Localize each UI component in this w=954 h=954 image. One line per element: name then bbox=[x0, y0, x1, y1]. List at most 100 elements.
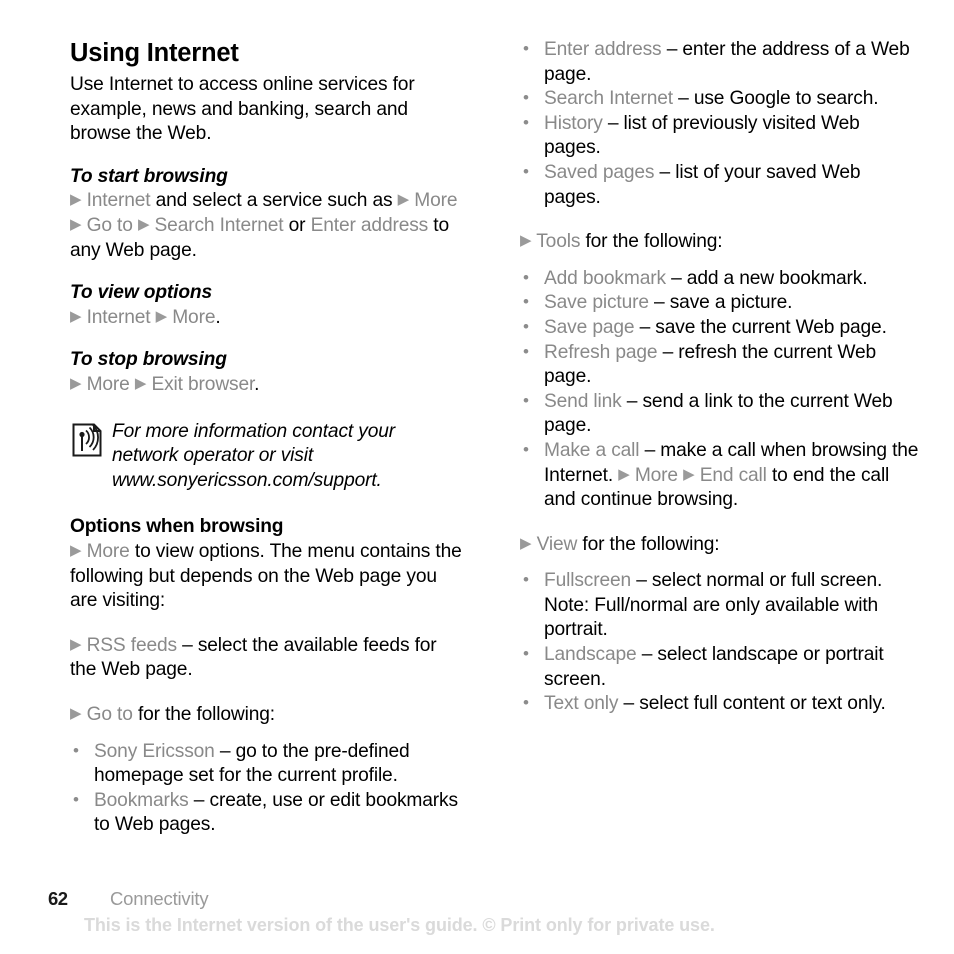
menu-ref-text-only: Text only bbox=[544, 693, 619, 715]
menu-ref-saved-pages: Saved pages bbox=[544, 161, 655, 183]
left-column: Using Internet Use Internet to access on… bbox=[70, 38, 462, 838]
instruction-view: ▶ View for the following: bbox=[520, 533, 920, 558]
intro-paragraph: Use Internet to access online services f… bbox=[70, 74, 415, 145]
instruction-options-when-browsing: ▶ More to view options. The menu contain… bbox=[70, 540, 462, 614]
list-item-make-a-call: Make a call – make a call when browsing … bbox=[520, 438, 920, 513]
menu-ref-save-page: Save page bbox=[544, 316, 635, 338]
instruction-text: or bbox=[283, 215, 311, 237]
menu-ref-add-bookmark: Add bookmark bbox=[544, 267, 666, 289]
heading-to-stop-browsing: To stop browsing bbox=[70, 349, 227, 371]
view-option-list: Fullscreen – select normal or full scree… bbox=[520, 568, 920, 717]
menu-ref-history: History bbox=[544, 112, 603, 134]
menu-ref-fullscreen: Fullscreen bbox=[544, 570, 632, 592]
menu-ref-send-link: Send link bbox=[544, 390, 622, 412]
arrow-marker-icon: ▶ bbox=[70, 635, 82, 653]
page-title: Using Internet bbox=[70, 39, 239, 67]
menu-ref-sony-ericsson: Sony Ericsson bbox=[94, 740, 215, 762]
menu-ref-go-to: Go to bbox=[86, 703, 133, 725]
instruction-text: and select a service such as bbox=[150, 190, 398, 212]
arrow-marker-icon: ▶ bbox=[618, 465, 630, 483]
menu-ref-view: View bbox=[536, 533, 578, 555]
arrow-marker-icon: ▶ bbox=[520, 232, 532, 250]
arrow-marker-icon: ▶ bbox=[155, 307, 168, 325]
menu-ref-more: More bbox=[86, 374, 130, 396]
instruction-start-browsing: ▶ Internet and select a service such as … bbox=[70, 189, 462, 263]
list-item: Text only – select full content or text … bbox=[520, 691, 920, 717]
list-item: Refresh page – refresh the current Web p… bbox=[520, 340, 920, 390]
arrow-marker-icon: ▶ bbox=[70, 216, 82, 234]
page-number: 62 bbox=[48, 888, 68, 909]
list-item: Saved pages – list of your saved Web pag… bbox=[520, 160, 920, 210]
go-to-option-list: Sony Ericsson – go to the pre-defined ho… bbox=[70, 739, 462, 838]
instruction-rss-feeds: ▶ RSS feeds – select the available feeds… bbox=[70, 634, 462, 683]
menu-ref-go-to: Go to bbox=[86, 215, 133, 237]
page-footer: 62 Connectivity This is the Internet ver… bbox=[48, 888, 918, 936]
heading-to-view-options: To view options bbox=[70, 282, 213, 304]
menu-ref-make-a-call: Make a call bbox=[544, 439, 640, 461]
list-item: Fullscreen – select normal or full scree… bbox=[520, 568, 920, 643]
footer-row: 62 Connectivity bbox=[48, 888, 918, 910]
heading-options-when-browsing: Options when browsing bbox=[70, 516, 284, 538]
footer-watermark: This is the Internet version of the user… bbox=[84, 915, 715, 935]
menu-ref-bookmarks: Bookmarks bbox=[94, 789, 189, 811]
menu-ref-more: More bbox=[414, 190, 458, 212]
instruction-view-options: ▶ Internet ▶ More. bbox=[70, 306, 462, 331]
menu-ref-internet: Internet bbox=[86, 190, 151, 212]
list-item-description: – select full content or text only. bbox=[618, 693, 886, 715]
instruction-text: for the following: bbox=[577, 533, 720, 555]
list-item: Enter address – enter the address of a W… bbox=[520, 37, 920, 87]
heading-to-start-browsing: To start browsing bbox=[70, 165, 228, 187]
arrow-marker-icon: ▶ bbox=[134, 375, 147, 393]
instruction-go-to: ▶ Go to for the following: bbox=[70, 703, 462, 728]
menu-ref-internet: Internet bbox=[86, 306, 151, 328]
menu-ref-tools: Tools bbox=[536, 231, 581, 253]
menu-ref-more: More bbox=[172, 306, 216, 328]
section-name: Connectivity bbox=[110, 888, 209, 909]
list-item-description: – add a new bookmark. bbox=[665, 267, 868, 289]
menu-ref-enter-address: Enter address bbox=[310, 215, 429, 237]
menu-ref-enter-address: Enter address bbox=[544, 39, 662, 60]
list-item-description: – save a picture. bbox=[648, 292, 793, 314]
list-item: Search Internet – use Google to search. bbox=[520, 86, 920, 112]
list-item: History – list of previously visited Web… bbox=[520, 111, 920, 161]
arrow-marker-icon: ▶ bbox=[70, 704, 82, 722]
menu-ref-landscape: Landscape bbox=[544, 644, 637, 666]
instruction-text: to view options. The menu contains the f… bbox=[70, 540, 462, 612]
menu-ref-rss-feeds: RSS feeds bbox=[86, 634, 178, 656]
go-to-option-list-continued: Enter address – enter the address of a W… bbox=[520, 37, 920, 210]
right-column: Enter address – enter the address of a W… bbox=[520, 37, 920, 717]
menu-ref-more: More bbox=[86, 540, 130, 562]
list-item: Landscape – select landscape or portrait… bbox=[520, 642, 920, 692]
menu-ref-more: More bbox=[634, 464, 678, 486]
list-item-description: – save the current Web page. bbox=[634, 316, 887, 338]
note-antenna-icon bbox=[72, 423, 102, 457]
arrow-marker-icon: ▶ bbox=[70, 375, 82, 393]
arrow-marker-icon: ▶ bbox=[70, 191, 82, 209]
list-item: Save picture – save a picture. bbox=[520, 290, 920, 316]
menu-ref-end-call: End call bbox=[699, 464, 767, 486]
manual-page: Using Internet Use Internet to access on… bbox=[0, 0, 954, 954]
arrow-marker-icon: ▶ bbox=[520, 534, 532, 552]
menu-ref-exit-browser: Exit browser bbox=[151, 374, 255, 396]
menu-ref-save-picture: Save picture bbox=[544, 292, 649, 314]
arrow-marker-icon: ▶ bbox=[397, 191, 410, 209]
instruction-stop-browsing: ▶ More ▶ Exit browser. bbox=[70, 373, 462, 398]
list-item: Bookmarks – create, use or edit bookmark… bbox=[70, 788, 462, 838]
menu-ref-search-internet: Search Internet bbox=[544, 88, 673, 110]
instruction-text: for the following: bbox=[580, 231, 723, 253]
menu-ref-search-internet: Search Internet bbox=[154, 215, 284, 237]
list-item: Sony Ericsson – go to the pre-defined ho… bbox=[70, 739, 462, 789]
list-item: Add bookmark – add a new bookmark. bbox=[520, 266, 920, 292]
list-item: Save page – save the current Web page. bbox=[520, 315, 920, 341]
menu-ref-refresh-page: Refresh page bbox=[544, 341, 658, 363]
arrow-marker-icon: ▶ bbox=[683, 465, 695, 483]
arrow-marker-icon: ▶ bbox=[70, 307, 82, 325]
note-block: For more information contact your networ… bbox=[70, 420, 462, 494]
list-item-description: – use Google to search. bbox=[672, 88, 879, 110]
instruction-text: for the following: bbox=[132, 703, 275, 725]
instruction-tools: ▶ Tools for the following: bbox=[520, 230, 920, 255]
arrow-marker-icon: ▶ bbox=[137, 216, 150, 234]
list-item: Send link – send a link to the current W… bbox=[520, 389, 920, 439]
instruction-text: . bbox=[254, 374, 260, 396]
note-text: For more information contact your networ… bbox=[112, 420, 395, 491]
